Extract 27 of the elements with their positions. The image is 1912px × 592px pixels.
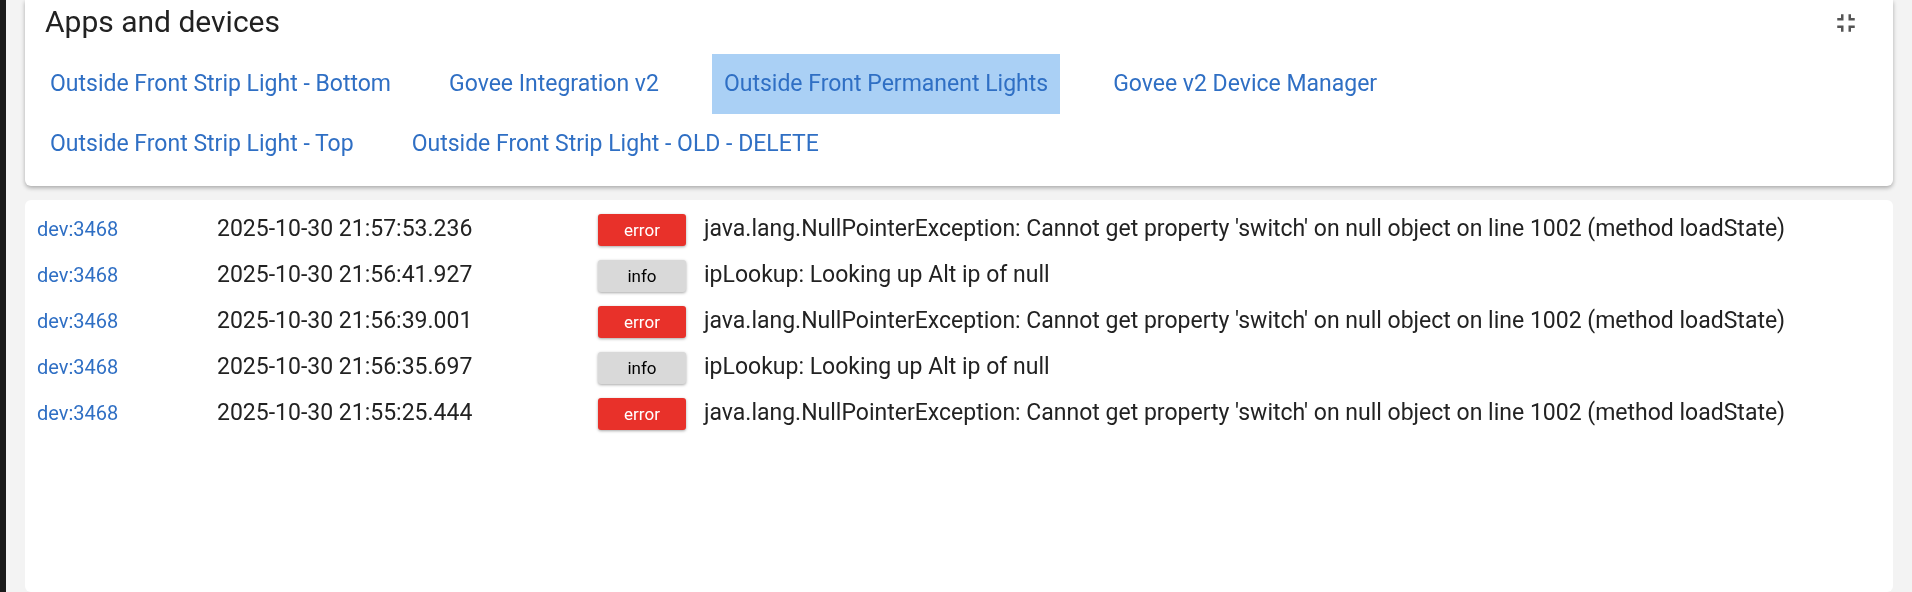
log-level-badge: error	[598, 397, 686, 430]
log-time: 2025-10-30 21:56:41.927	[217, 260, 474, 290]
log-time: 2025-10-30 21:56:39.001	[217, 306, 474, 336]
app-link[interactable]: Govee v2 Device Manager	[1108, 54, 1383, 114]
log-level-badge: info	[598, 351, 686, 384]
log-message: java.lang.NullPointerException: Cannot get property 'switch' on null object on line 1002 (method loadState)	[704, 215, 1786, 242]
log-message: java.lang.NullPointerException: Cannot get property 'switch' on null object on line 1002 (method loadState)	[704, 307, 1786, 334]
log-time: 2025-10-30 21:56:35.697	[217, 352, 474, 382]
log-time: 2025-10-30 21:57:53.236	[217, 214, 474, 244]
device-link[interactable]: dev:3468	[37, 208, 217, 250]
log-level-badge: error	[598, 305, 686, 338]
panel-title: Apps and devices	[45, 3, 280, 41]
app-link[interactable]: Outside Front Strip Light - Bottom	[45, 54, 396, 114]
device-link[interactable]: dev:3468	[37, 254, 217, 296]
log-message: ipLookup: Looking up Alt ip of null	[704, 261, 1050, 288]
log-message: java.lang.NullPointerException: Cannot get property 'switch' on null object on line 1002 (method loadState)	[704, 399, 1786, 426]
device-link[interactable]: dev:3468	[37, 392, 217, 434]
log-message: ipLookup: Looking up Alt ip of null	[704, 353, 1050, 380]
device-link[interactable]: dev:3468	[37, 300, 217, 342]
log-level-badge: info	[598, 259, 686, 292]
app-link[interactable]: Outside Front Strip Light - Top	[45, 114, 359, 174]
app-link[interactable]: Outside Front Permanent Lights	[711, 54, 1061, 114]
device-link[interactable]: dev:3468	[37, 346, 217, 388]
app-link[interactable]: Outside Front Strip Light - OLD - DELETE	[406, 114, 824, 174]
log-time: 2025-10-30 21:55:25.444	[217, 398, 474, 428]
log-level-badge: error	[598, 213, 686, 246]
app-link[interactable]: Govee Integration v2	[444, 54, 664, 114]
